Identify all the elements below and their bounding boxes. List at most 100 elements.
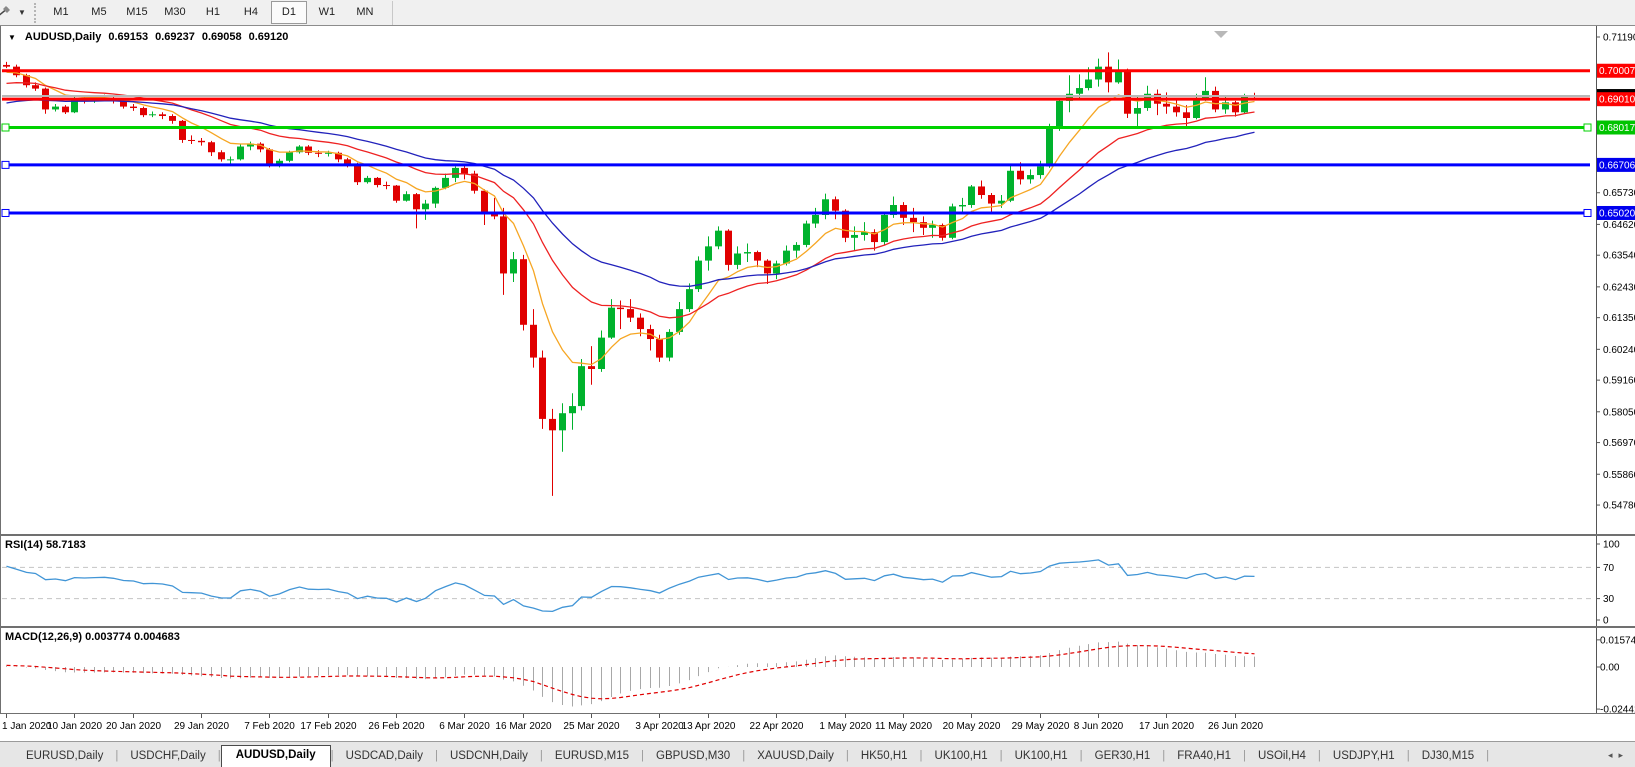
bearish-candle xyxy=(266,149,273,166)
rsi-tick-label: 30 xyxy=(1603,594,1615,605)
timeframe-button-mn[interactable]: MN xyxy=(347,1,383,24)
candlestick-series xyxy=(3,52,1258,496)
date-label: 1 Jan 2020 xyxy=(2,721,52,732)
bullish-candle xyxy=(851,234,858,238)
chart-tab-dj30-m15[interactable]: DJ30,M15 xyxy=(1410,747,1486,767)
price-tick-label: 0.59160 xyxy=(1603,376,1635,387)
bearish-candle xyxy=(461,167,468,174)
chart-tab-fra40-h1[interactable]: FRA40,H1 xyxy=(1165,747,1243,767)
line-handle[interactable] xyxy=(1,160,10,169)
bearish-candle xyxy=(344,159,351,164)
timeframe-button-m1[interactable]: M1 xyxy=(43,1,79,24)
rsi-tick-label: 100 xyxy=(1603,540,1620,551)
price-tick-label: 0.62430 xyxy=(1603,282,1635,293)
bearish-candle xyxy=(354,163,361,183)
chart-tab-uk100-h1[interactable]: UK100,H1 xyxy=(923,747,1000,767)
date-label: 26 Feb 2020 xyxy=(368,721,425,732)
line-handle[interactable] xyxy=(1583,208,1592,217)
chart-tab-usdcnh-daily[interactable]: USDCNH,Daily xyxy=(438,747,540,767)
chart-tab-uk100-h1[interactable]: UK100,H1 xyxy=(1003,747,1080,767)
chart-tab-hk50-h1[interactable]: HK50,H1 xyxy=(849,747,920,767)
bearish-candle xyxy=(218,152,225,160)
chart-tab-audusd-daily[interactable]: AUDUSD,Daily xyxy=(220,745,331,767)
date-label: 11 May 2020 xyxy=(875,721,933,732)
price-tag-label: 0.68017 xyxy=(1599,123,1635,134)
timeframe-button-m15[interactable]: M15 xyxy=(119,1,155,24)
bearish-candle xyxy=(588,366,595,370)
chart-tab-usoil-h4[interactable]: USOil,H4 xyxy=(1246,747,1318,767)
price-tag-label: 0.70007 xyxy=(1599,66,1635,77)
main-price-chart[interactable]: 0.711900.700800.690000.679200.668100.657… xyxy=(0,26,1635,534)
bearish-candle xyxy=(1017,170,1024,180)
toolbar-grip-handle[interactable] xyxy=(33,2,36,23)
bearish-candle xyxy=(62,106,69,113)
bullish-candle xyxy=(1037,166,1044,176)
main-rsi-divider[interactable] xyxy=(0,534,1635,536)
bullish-candle xyxy=(237,146,244,160)
chart-tab-usdcad-daily[interactable]: USDCAD,Daily xyxy=(334,747,435,767)
bullish-candle xyxy=(803,223,810,245)
bearish-candle xyxy=(1105,66,1112,83)
tab-scroll-right-icon[interactable]: ▸ xyxy=(1618,750,1629,760)
rsi-tick-label: 70 xyxy=(1603,563,1615,574)
bearish-candle xyxy=(549,418,556,431)
bearish-candle xyxy=(179,120,186,140)
timeframe-button-w1[interactable]: W1 xyxy=(309,1,345,24)
chart-tab-usdjpy-h1[interactable]: USDJPY,H1 xyxy=(1321,747,1407,767)
macd-tick-label: -0.02441 xyxy=(1600,705,1635,713)
bearish-candle xyxy=(910,217,917,223)
bearish-candle xyxy=(140,108,147,116)
chart-tab-eurusd-m15[interactable]: EURUSD,M15 xyxy=(543,747,641,767)
bullish-candle xyxy=(1193,98,1200,119)
bullish-candle xyxy=(364,177,371,183)
chart-tab-gbpusd-m30[interactable]: GBPUSD,M30 xyxy=(644,747,742,767)
date-label: 7 Feb 2020 xyxy=(244,721,295,732)
bearish-candle xyxy=(539,357,546,419)
price-tick-label: 0.56970 xyxy=(1603,438,1635,449)
chart-shift-triangle-icon[interactable] xyxy=(1214,31,1228,38)
date-label: 13 Apr 2020 xyxy=(682,721,736,732)
bullish-candle xyxy=(1115,70,1122,83)
rsi-panel[interactable]: 100 70 30 0 xyxy=(0,536,1635,626)
date-label: 20 Jan 2020 xyxy=(106,721,161,732)
bearish-candle xyxy=(481,190,488,214)
tab-scroll-left-icon[interactable]: ◂ xyxy=(1608,750,1619,760)
bullish-candle xyxy=(578,366,585,407)
timeframe-button-m5[interactable]: M5 xyxy=(81,1,117,24)
drawing-tool-icon[interactable] xyxy=(0,1,15,25)
chart-tab-xauusd-daily[interactable]: XAUUSD,Daily xyxy=(745,747,846,767)
chart-tab-ger30-h1[interactable]: GER30,H1 xyxy=(1083,747,1163,767)
bullish-candle xyxy=(403,194,410,201)
date-label: 29 Jan 2020 xyxy=(174,721,229,732)
line-handle[interactable] xyxy=(1,208,10,217)
time-axis[interactable]: 1 Jan 202010 Jan 2020 20 Jan 2020 29 Jan 2… xyxy=(0,714,1635,741)
bearish-candle xyxy=(413,194,420,210)
bearish-candle xyxy=(988,195,995,204)
line-handle[interactable] xyxy=(1583,123,1592,132)
macd-panel[interactable]: 0.015743 0.00 -0.02441 xyxy=(0,628,1635,713)
timeframe-button-h1[interactable]: H1 xyxy=(195,1,231,24)
bullish-candle xyxy=(149,114,156,116)
timeframe-button-h4[interactable]: H4 xyxy=(233,1,269,24)
bearish-candle xyxy=(159,114,166,117)
timeframe-button-m30[interactable]: M30 xyxy=(157,1,193,24)
chart-left-border xyxy=(0,26,1,714)
price-tag-label: 0.65020 xyxy=(1599,208,1635,219)
chart-tab-eurusd-daily[interactable]: EURUSD,Daily xyxy=(14,747,115,767)
timeframe-button-d1[interactable]: D1 xyxy=(270,1,307,24)
chart-tab-usdchf-daily[interactable]: USDCHF,Daily xyxy=(118,747,217,767)
date-label: 20 May 2020 xyxy=(943,721,1001,732)
chevron-down-icon[interactable]: ▼ xyxy=(18,8,26,17)
rsi-macd-divider[interactable] xyxy=(0,626,1635,628)
bearish-candle xyxy=(520,259,527,325)
bearish-candle xyxy=(1232,102,1239,113)
line-handle[interactable] xyxy=(1,123,10,132)
bullish-candle xyxy=(1046,127,1053,167)
date-label: 10 Jan 2020 xyxy=(47,721,102,732)
bullish-candle xyxy=(705,246,712,261)
moving-average-ma-medium xyxy=(6,82,1255,319)
bearish-candle xyxy=(842,210,849,238)
bearish-candle xyxy=(3,64,10,67)
date-label: 6 Mar 2020 xyxy=(439,721,490,732)
price-tick-label: 0.58050 xyxy=(1603,407,1635,418)
